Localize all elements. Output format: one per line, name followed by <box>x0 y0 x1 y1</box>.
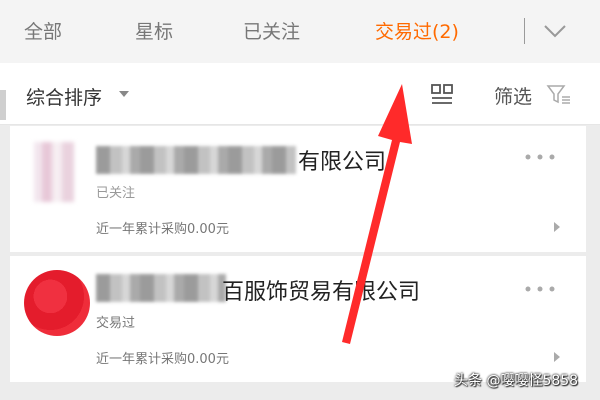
more-options-icon[interactable] <box>524 286 556 292</box>
blurred-name-redaction <box>96 274 226 302</box>
grid-layout-icon[interactable] <box>430 82 454 106</box>
supplier-card[interactable]: 有限公司 已关注 近一年累计采购0.00元 <box>10 126 586 252</box>
sort-dropdown-label[interactable]: 综合排序 <box>26 83 102 110</box>
follow-status: 已关注 <box>96 186 136 201</box>
sort-filter-bar: 综合排序 筛选 <box>0 63 600 125</box>
watermark: 头条 @嘤嘤怪5858 <box>454 373 579 389</box>
tab-traded[interactable]: 交易过(2) <box>375 17 459 44</box>
tab-all[interactable]: 全部 <box>24 17 62 44</box>
supplier-card[interactable]: 百服饰贸易有限公司 交易过 近一年累计采购0.00元 <box>10 256 586 382</box>
tab-starred[interactable]: 星标 <box>135 17 173 44</box>
chevron-down-icon[interactable] <box>543 22 567 40</box>
annotation-arrow <box>342 84 412 344</box>
tab-followed[interactable]: 已关注 <box>243 17 300 44</box>
blurred-name-redaction <box>96 146 296 174</box>
more-options-icon[interactable] <box>524 154 556 160</box>
arrow-right-icon[interactable] <box>554 222 560 232</box>
filter-icon[interactable] <box>546 84 572 106</box>
supplier-avatar <box>34 142 74 202</box>
purchase-summary: 近一年累计采购0.00元 <box>96 352 229 367</box>
caret-down-icon[interactable] <box>119 91 129 97</box>
tab-bar: 全部 星标 已关注 交易过(2) <box>0 0 600 63</box>
arrow-right-icon[interactable] <box>554 352 560 362</box>
filter-label[interactable]: 筛选 <box>494 82 532 109</box>
trade-status: 交易过 <box>96 316 136 331</box>
purchase-summary: 近一年累计采购0.00元 <box>96 222 229 237</box>
tab-divider <box>524 18 525 44</box>
left-edge-strip <box>0 90 6 120</box>
supplier-avatar <box>24 270 90 336</box>
